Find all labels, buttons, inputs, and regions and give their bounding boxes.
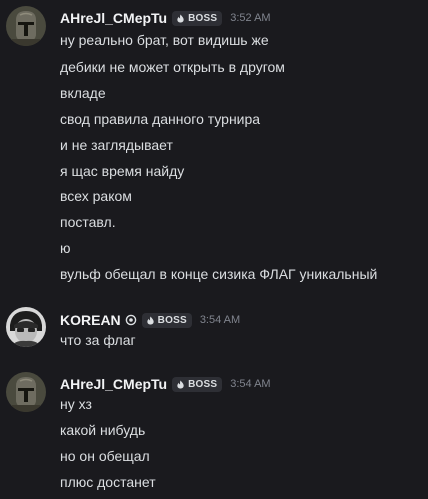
message-line: ну хз: [60, 396, 92, 412]
message-line: вкладе: [60, 85, 106, 101]
timestamp: 3:54 AM: [230, 378, 271, 390]
message-line: но он обещал: [60, 448, 150, 464]
username[interactable]: AHreJl_CMepTu: [60, 376, 167, 392]
message-header: KOREAN BOSS 3:54 AM: [60, 310, 240, 330]
message-line: дебики не может открыть в другом: [60, 59, 285, 75]
username[interactable]: KOREAN: [60, 312, 121, 328]
message-line: всех раком: [60, 188, 132, 204]
grayscale-portrait-icon: [6, 307, 46, 347]
message-line: вульф обещал в конце сизика ФЛАГ уникаль…: [60, 266, 378, 282]
user-avatar[interactable]: [6, 307, 46, 347]
message-line: я щас время найду: [60, 163, 185, 179]
message-line: какой нибудь: [60, 422, 146, 438]
timestamp: 3:52 AM: [230, 12, 271, 24]
message-line: поставл.: [60, 214, 116, 230]
mandalorian-helmet-icon: [6, 372, 46, 412]
verified-icon: [125, 314, 137, 326]
role-badge[interactable]: BOSS: [172, 376, 223, 392]
user-avatar[interactable]: [6, 6, 46, 46]
message-header: AHreJl_CMepTu BOSS 3:54 AM: [60, 374, 271, 394]
username[interactable]: AHreJl_CMepTu: [60, 10, 167, 26]
flame-icon: [146, 315, 155, 325]
message-line: что за флаг: [60, 332, 136, 348]
mandalorian-helmet-icon: [6, 6, 46, 46]
timestamp: 3:54 AM: [199, 314, 241, 326]
badge-label: BOSS: [157, 314, 187, 326]
flame-icon: [176, 13, 185, 23]
flame-icon: [176, 379, 185, 389]
message-line: плюс достанет: [60, 474, 156, 490]
user-avatar[interactable]: [6, 372, 46, 412]
message-line: ю: [60, 240, 71, 256]
chat-log: AHreJl_CMepTu BOSS 3:52 AM ну реально бр…: [0, 0, 428, 499]
badge-label: BOSS: [188, 378, 218, 390]
role-badge[interactable]: BOSS: [141, 312, 192, 328]
role-badge[interactable]: BOSS: [172, 10, 223, 26]
message-line: ну реально брат, вот видишь же: [60, 32, 269, 48]
badge-label: BOSS: [188, 12, 218, 24]
message-line: свод правила данного турнира: [60, 111, 261, 127]
message-line: и не заглядывает: [60, 137, 173, 153]
message-header: AHreJl_CMepTu BOSS 3:52 AM: [60, 8, 271, 28]
